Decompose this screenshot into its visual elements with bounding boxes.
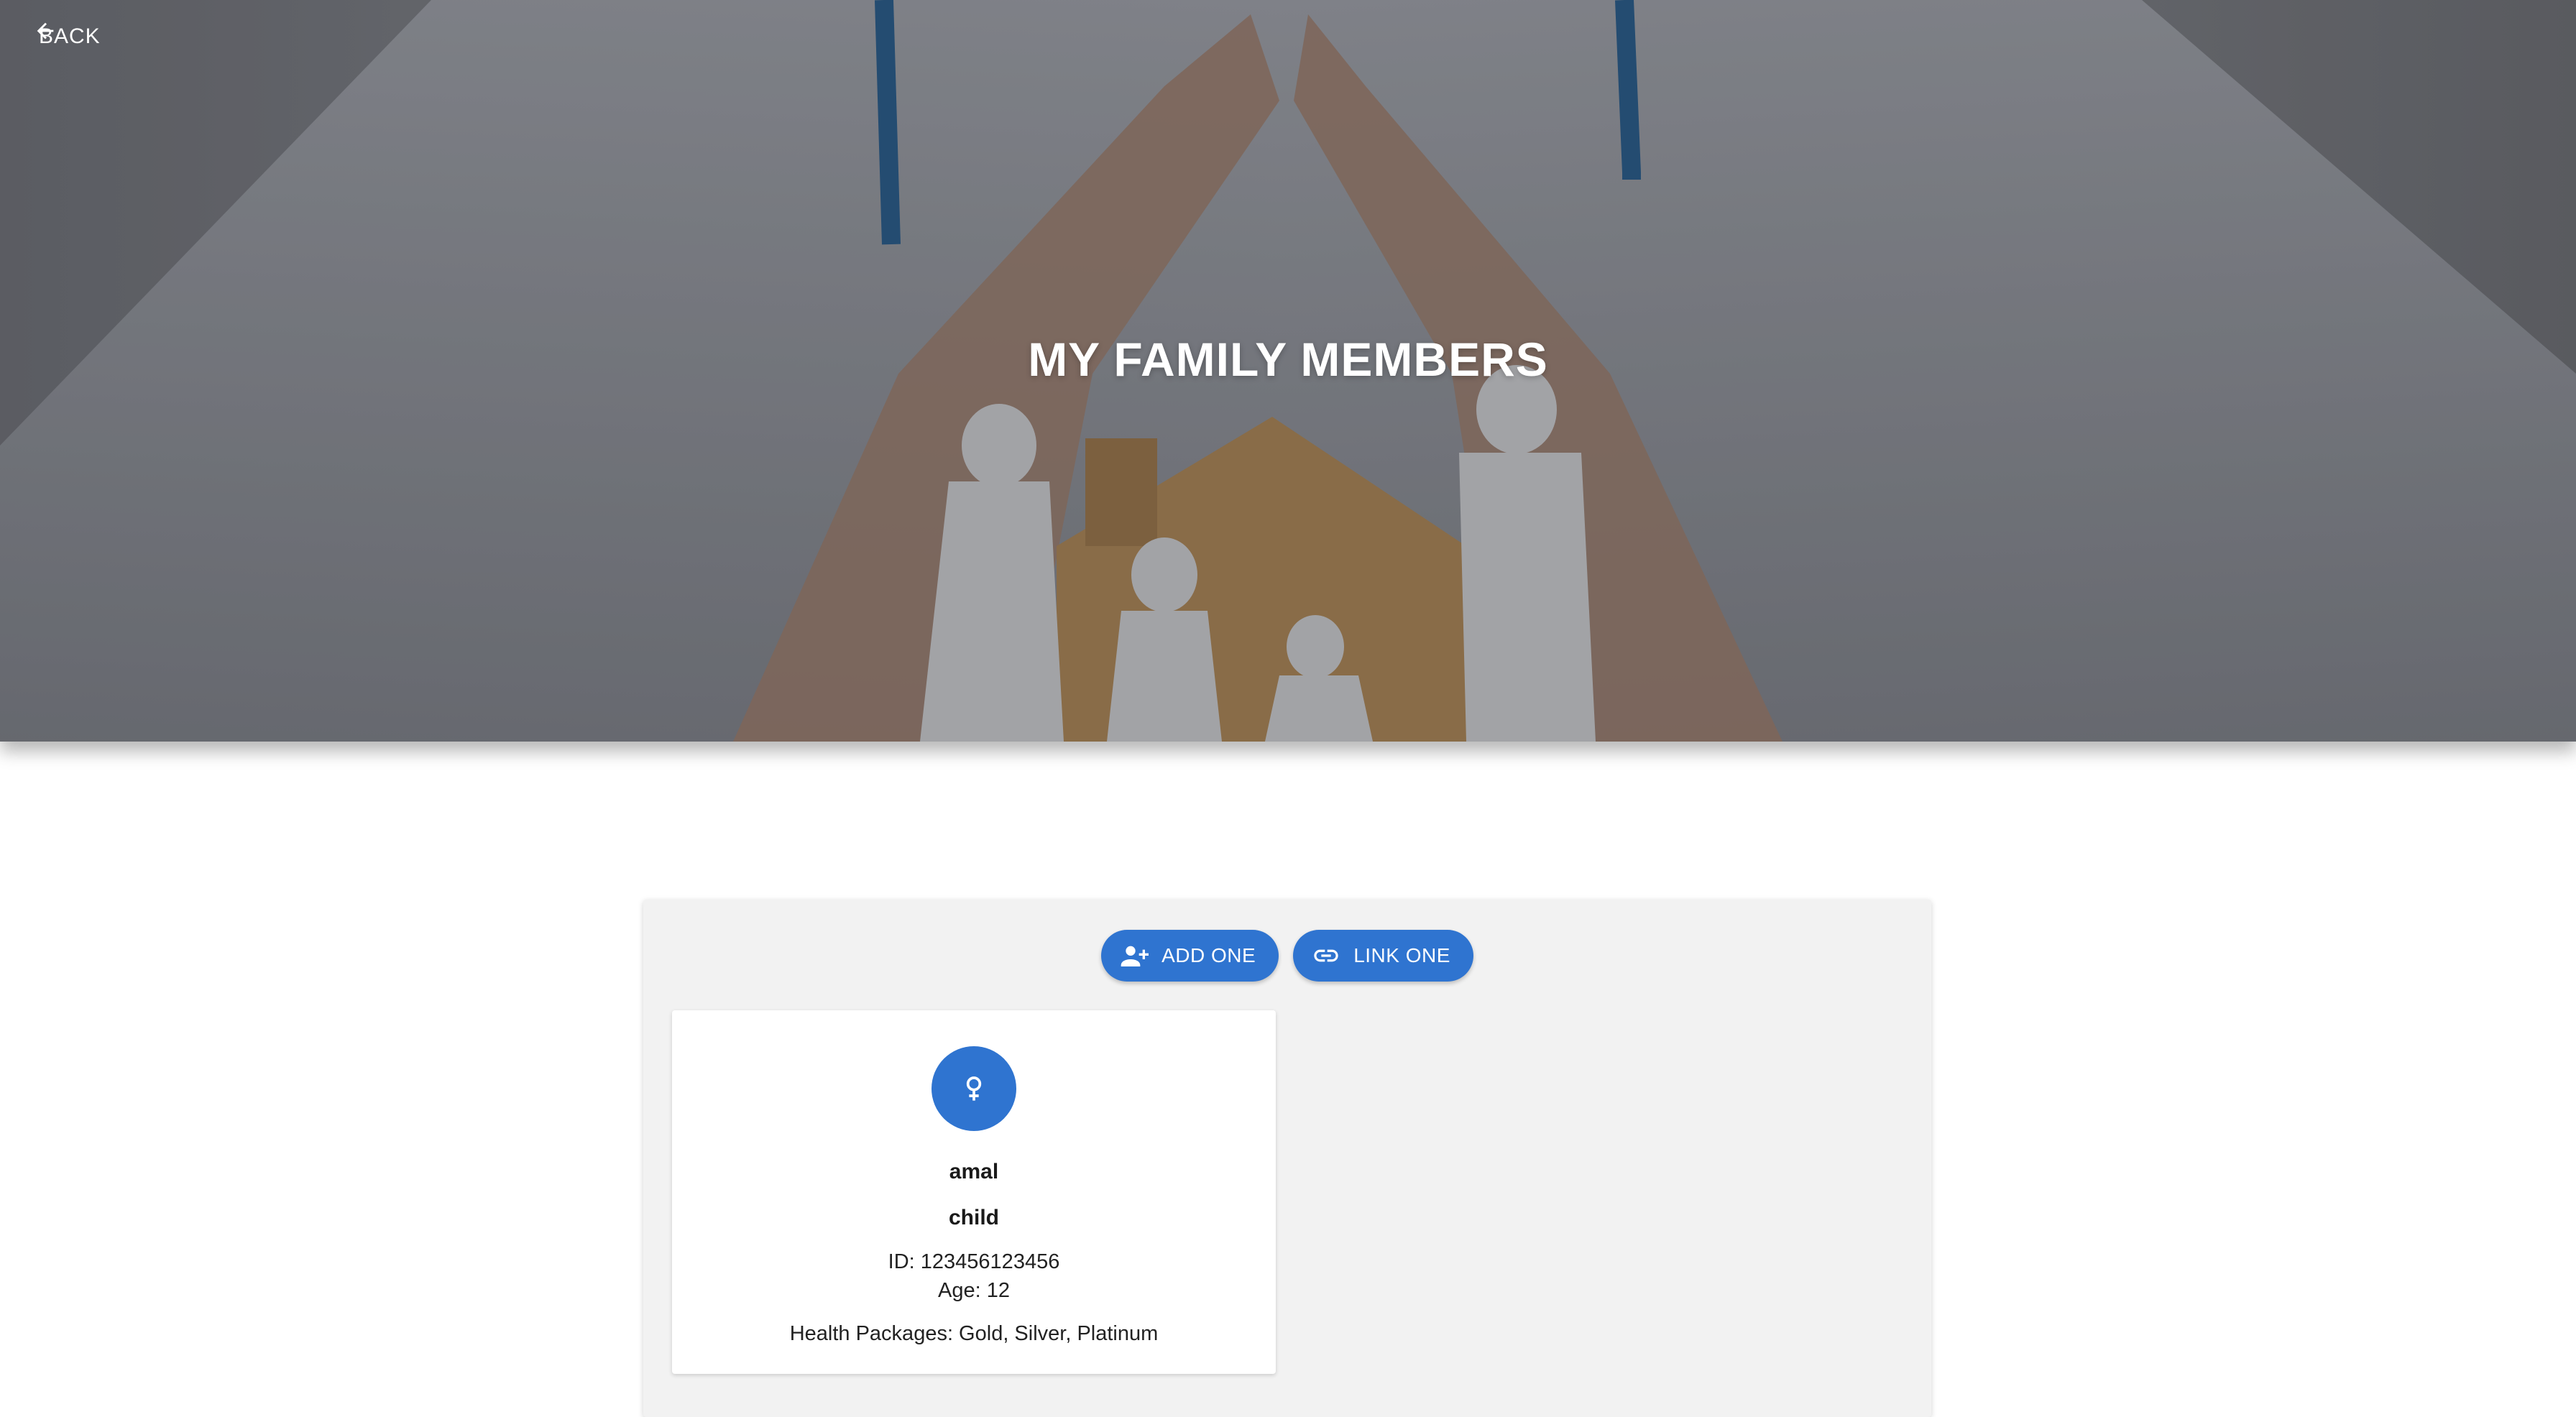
link-icon [1314, 949, 1338, 962]
back-button[interactable]: BACK [33, 19, 106, 55]
member-name: amal [949, 1160, 999, 1183]
actions-bar: ADD ONE LINK ONE [643, 930, 1931, 982]
add-member-button[interactable]: ADD ONE [1101, 930, 1279, 982]
family-members-panel: ADD ONE LINK ONE amal child ID: 12345612… [643, 900, 1931, 1417]
member-health-packages: Health Packages: Gold, Silver, Platinum [789, 1322, 1159, 1345]
avatar [932, 1046, 1016, 1131]
add-member-label: ADD ONE [1162, 944, 1256, 966]
family-member-card[interactable]: amal child ID: 123456123456 Age: 12 Heal… [672, 1010, 1276, 1374]
member-id: ID: 123456123456 [888, 1250, 1060, 1273]
arrow-left-icon [37, 22, 54, 40]
link-member-button[interactable]: LINK ONE [1293, 930, 1473, 982]
member-relation: child [948, 1206, 999, 1229]
female-icon [966, 1076, 982, 1101]
page-title: MY FAMILY MEMBERS [1028, 333, 1548, 386]
link-member-label: LINK ONE [1353, 944, 1450, 966]
hero-banner: BACK MY FAMILY MEMBERS [0, 0, 2576, 742]
person-add-icon [1121, 946, 1149, 966]
member-age: Age: 12 [938, 1279, 1010, 1302]
